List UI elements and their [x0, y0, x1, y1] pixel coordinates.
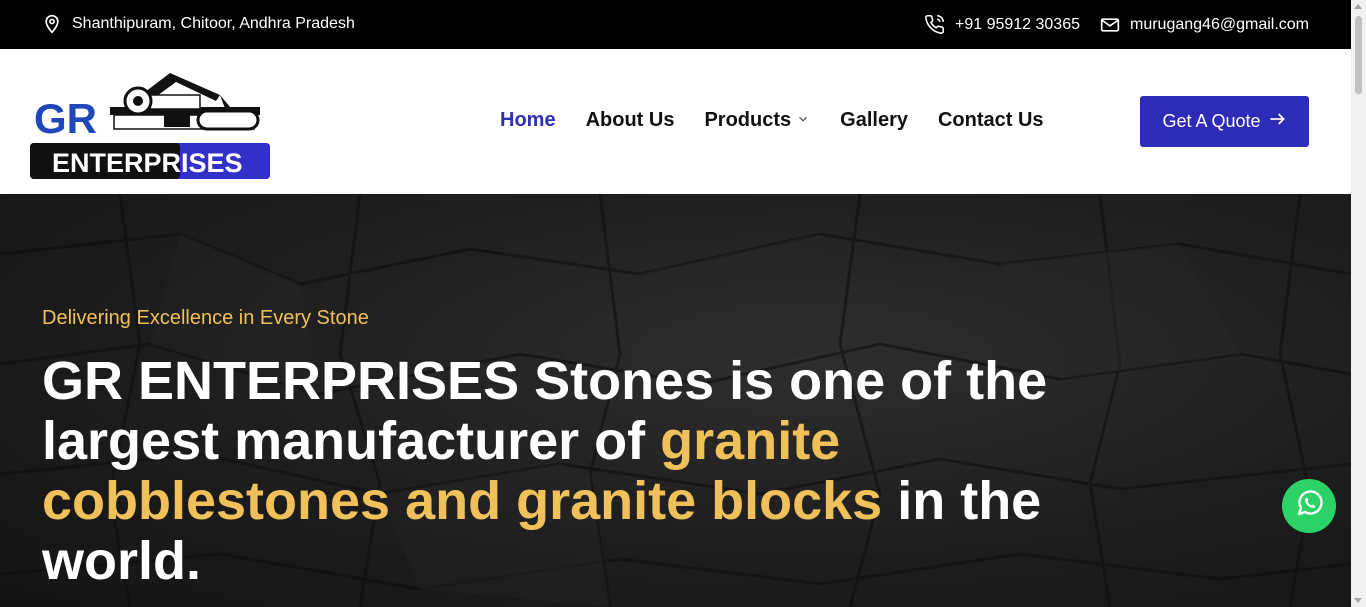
scroll-down-arrow-icon[interactable]	[1354, 598, 1362, 603]
logo-name: ENTERPRISES	[52, 148, 243, 178]
location-info: Shanthipuram, Chitoor, Andhra Pradesh	[42, 14, 355, 34]
company-logo[interactable]: GR ENTERPRISES	[30, 65, 270, 181]
logo-initials: GR	[34, 95, 97, 142]
quote-label: Get A Quote	[1162, 111, 1261, 131]
contact-info: +91 95912 30365 murugang46@gmail.com	[924, 14, 1309, 35]
nav-contact-us[interactable]: Contact Us	[938, 109, 1044, 132]
scroll-thumb[interactable]	[1355, 16, 1362, 94]
main-nav: Home About Us Products Gallery Contact U…	[500, 109, 1074, 132]
email-text: murugang46@gmail.com	[1130, 15, 1309, 33]
whatsapp-button[interactable]	[1282, 479, 1336, 533]
hero-tagline: Delivering Excellence in Every Stone	[42, 307, 369, 329]
phone-icon	[924, 14, 945, 35]
scroll-up-arrow-icon[interactable]	[1354, 4, 1362, 9]
envelope-icon	[1100, 15, 1120, 35]
top-bar: Shanthipuram, Chitoor, Andhra Pradesh +9…	[0, 0, 1351, 49]
arrow-right-icon	[1267, 109, 1287, 134]
phone-text: +91 95912 30365	[954, 15, 1080, 33]
nav-products[interactable]: Products	[704, 109, 810, 132]
hero-headline: GR ENTERPRISES Stones is one of the larg…	[42, 351, 1048, 591]
chevron-down-icon	[796, 109, 810, 132]
phone-link[interactable]: +91 95912 30365	[924, 14, 1080, 35]
nav-gallery[interactable]: Gallery	[840, 109, 908, 132]
nav-home[interactable]: Home	[500, 109, 556, 132]
vertical-scrollbar[interactable]	[1351, 0, 1366, 607]
email-link[interactable]: murugang46@gmail.com	[1100, 15, 1309, 35]
location-text: Shanthipuram, Chitoor, Andhra Pradesh	[72, 15, 355, 32]
get-a-quote-button[interactable]: Get A Quote	[1140, 96, 1309, 147]
map-pin-icon	[42, 14, 62, 34]
nav-about-us[interactable]: About Us	[586, 109, 675, 132]
whatsapp-icon	[1293, 488, 1325, 525]
site-header: GR ENTERPRISES Home About Us Products Ga…	[0, 49, 1351, 194]
hero-section: Delivering Excellence in Every Stone GR …	[0, 194, 1351, 607]
